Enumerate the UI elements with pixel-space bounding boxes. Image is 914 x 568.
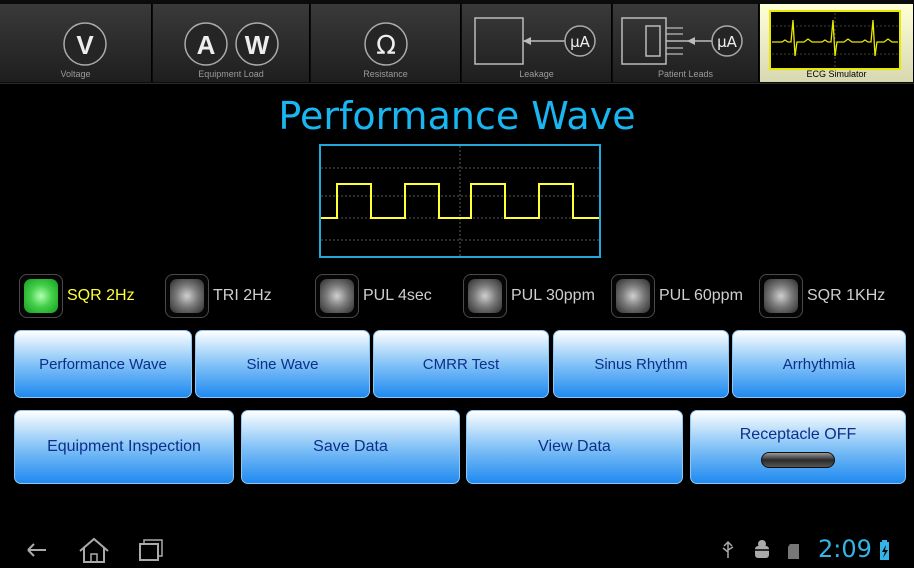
- svg-text:µA: µA: [717, 33, 738, 51]
- tab-ecg-simulator[interactable]: ECG Simulator: [760, 4, 914, 82]
- cmrr-test-button[interactable]: CMRR Test: [373, 330, 549, 398]
- view-data-button[interactable]: View Data: [466, 410, 683, 484]
- receptacle-label: Receptacle OFF: [739, 426, 857, 443]
- battery-icon: [880, 540, 889, 560]
- tab-label: ECG Simulator: [806, 69, 867, 79]
- svg-text:Ω: Ω: [376, 31, 396, 61]
- receptacle-toggle-button[interactable]: Receptacle OFF: [690, 410, 906, 484]
- svg-text:µA: µA: [570, 33, 591, 51]
- equipment-load-icon: A W: [184, 22, 279, 66]
- tab-voltage[interactable]: V Voltage: [0, 4, 152, 82]
- tab-leakage[interactable]: µA Leakage: [462, 4, 612, 82]
- recent-apps-icon[interactable]: [139, 539, 163, 561]
- performance-wave-button[interactable]: Performance Wave: [14, 330, 192, 398]
- arrhythmia-button[interactable]: Arrhythmia: [732, 330, 906, 398]
- resistance-icon: Ω: [364, 22, 408, 66]
- tab-label: Voltage: [60, 69, 91, 79]
- svg-text:V: V: [76, 30, 94, 60]
- patient-leads-icon: µA: [621, 17, 743, 65]
- indicator-led[interactable]: [759, 274, 803, 318]
- sd-card-icon: [788, 544, 799, 559]
- indicator-led[interactable]: [19, 274, 63, 318]
- tab-label: Equipment Load: [198, 69, 264, 79]
- save-data-button[interactable]: Save Data: [241, 410, 460, 484]
- wave-option-label: PUL 60ppm: [659, 287, 743, 304]
- system-bar-icons: [27, 537, 889, 563]
- svg-text:A: A: [197, 30, 216, 60]
- wave-option-label: TRI 2Hz: [213, 287, 272, 304]
- system-bar: 2:09: [0, 532, 914, 568]
- wave-option-sqr-2hz[interactable]: SQR 2Hz: [19, 274, 135, 318]
- wave-option-label: PUL 30ppm: [511, 287, 595, 304]
- tab-resistance[interactable]: Ω Resistance: [311, 4, 461, 82]
- top-tab-bar: V Voltage A W Equipment Load Ω Resistanc…: [0, 0, 914, 84]
- receptacle-switch[interactable]: [761, 452, 835, 468]
- indicator-led[interactable]: [165, 274, 209, 318]
- page-title: Performance Wave: [278, 94, 636, 138]
- tab-label: Leakage: [519, 69, 554, 79]
- clock: 2:09: [818, 535, 872, 563]
- android-debug-icon: [753, 540, 771, 558]
- wave-option-label: PUL 4sec: [363, 287, 432, 304]
- square-wave-graphic: [321, 146, 599, 256]
- sine-wave-button[interactable]: Sine Wave: [195, 330, 370, 398]
- sinus-rhythm-button[interactable]: Sinus Rhythm: [553, 330, 729, 398]
- voltage-icon: V: [63, 22, 107, 66]
- wave-option-tri-2hz[interactable]: TRI 2Hz: [165, 274, 272, 318]
- back-icon[interactable]: [27, 543, 46, 557]
- usb-icon: [722, 540, 734, 558]
- tab-patient-leads[interactable]: µA Patient Leads: [613, 4, 759, 82]
- leakage-icon: µA: [474, 17, 596, 65]
- tab-label: Patient Leads: [657, 69, 714, 79]
- ecg-simulator-icon: [769, 10, 901, 70]
- indicator-led[interactable]: [611, 274, 655, 318]
- wave-option-sqr-1khz[interactable]: SQR 1KHz: [759, 274, 885, 318]
- waveform-preview: [319, 144, 601, 258]
- wave-option-label: SQR 1KHz: [807, 287, 886, 304]
- wave-option-pul-60ppm[interactable]: PUL 60ppm: [611, 274, 743, 318]
- wave-option-pul-4sec[interactable]: PUL 4sec: [315, 274, 432, 318]
- equipment-inspection-button[interactable]: Equipment Inspection: [14, 410, 234, 484]
- wave-option-label: SQR 2Hz: [67, 287, 135, 304]
- indicator-led[interactable]: [463, 274, 507, 318]
- indicator-led[interactable]: [315, 274, 359, 318]
- wave-option-pul-30ppm[interactable]: PUL 30ppm: [463, 274, 595, 318]
- home-icon[interactable]: [79, 537, 109, 563]
- tab-label: Resistance: [363, 69, 408, 79]
- svg-text:W: W: [245, 30, 270, 60]
- tab-equipment-load[interactable]: A W Equipment Load: [153, 4, 310, 82]
